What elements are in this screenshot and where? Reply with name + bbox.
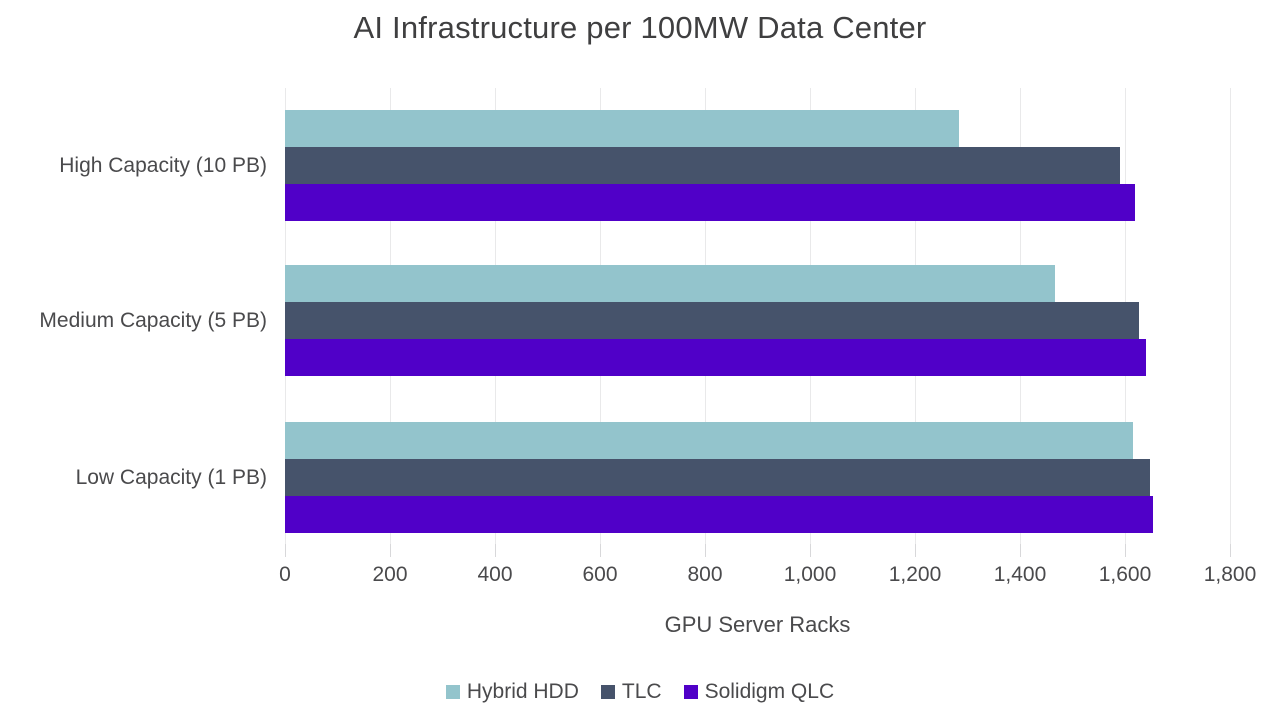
x-tick-mark bbox=[810, 544, 811, 557]
x-tick-label: 800 bbox=[687, 563, 723, 586]
x-tick-label: 400 bbox=[477, 563, 513, 586]
bar-group bbox=[285, 422, 1230, 533]
x-tick-mark bbox=[390, 544, 391, 557]
bar[interactable] bbox=[285, 302, 1140, 339]
x-tick-mark bbox=[285, 544, 286, 557]
legend-item-solidigm-qlc[interactable]: Solidigm QLC bbox=[683, 680, 835, 704]
x-tick-label: 1,600 bbox=[1098, 563, 1152, 586]
x-tick-label: 0 bbox=[279, 563, 291, 586]
legend-item-tlc[interactable]: TLC bbox=[600, 680, 662, 704]
x-tick-mark bbox=[1020, 544, 1021, 557]
x-tick-label: 600 bbox=[582, 563, 618, 586]
x-tick-label: 1,200 bbox=[888, 563, 942, 586]
x-tick-label: 1,400 bbox=[993, 563, 1047, 586]
chart-title: AI Infrastructure per 100MW Data Center bbox=[353, 10, 927, 45]
x-tick-label: 1,800 bbox=[1203, 563, 1257, 586]
bar[interactable] bbox=[285, 339, 1146, 376]
x-tick-mark bbox=[705, 544, 706, 557]
x-tick-mark bbox=[1230, 544, 1231, 557]
legend-swatch-icon bbox=[445, 685, 460, 699]
gridline bbox=[1230, 88, 1231, 544]
x-tick-mark bbox=[1125, 544, 1126, 557]
x-tick-mark bbox=[915, 544, 916, 557]
legend-label: TLC bbox=[621, 680, 662, 703]
bar-chart: AI Infrastructure per 100MW Data Center … bbox=[0, 0, 1280, 722]
x-axis-ticks: 0 200 400 600 800 1,000 1,200 1,400 1,600 1,800 bbox=[279, 544, 1256, 586]
bar[interactable] bbox=[285, 496, 1153, 533]
x-axis-title: GPU Server Racks bbox=[664, 612, 851, 637]
bar-group bbox=[285, 110, 1230, 221]
x-tick-mark bbox=[495, 544, 496, 557]
x-tick-label: 200 bbox=[372, 563, 408, 586]
chart-legend: Hybrid HDD TLC Solidigm QLC bbox=[0, 680, 1280, 704]
legend-item-hybrid-hdd[interactable]: Hybrid HDD bbox=[445, 680, 579, 704]
bar[interactable] bbox=[285, 184, 1135, 221]
x-tick-mark bbox=[600, 544, 601, 557]
y-axis-label: High Capacity (10 PB) bbox=[59, 153, 267, 177]
y-axis-category-labels: High Capacity (10 PB) Medium Capacity (5 … bbox=[0, 88, 267, 544]
legend-label: Hybrid HDD bbox=[466, 680, 579, 703]
y-axis-label: Low Capacity (1 PB) bbox=[75, 465, 267, 489]
bar-group bbox=[285, 265, 1230, 376]
bar[interactable] bbox=[285, 110, 960, 147]
bar[interactable] bbox=[285, 265, 1055, 302]
legend-swatch-icon bbox=[600, 685, 615, 699]
legend-swatch-icon bbox=[683, 685, 698, 699]
y-axis-label: Medium Capacity (5 PB) bbox=[39, 308, 267, 332]
bar-series-container bbox=[285, 88, 1230, 544]
legend-label: Solidigm QLC bbox=[704, 680, 835, 703]
bar[interactable] bbox=[285, 147, 1120, 184]
x-tick-label: 1,000 bbox=[783, 563, 837, 586]
bar[interactable] bbox=[285, 459, 1151, 496]
plot-area bbox=[285, 88, 1231, 544]
bar[interactable] bbox=[285, 422, 1133, 459]
